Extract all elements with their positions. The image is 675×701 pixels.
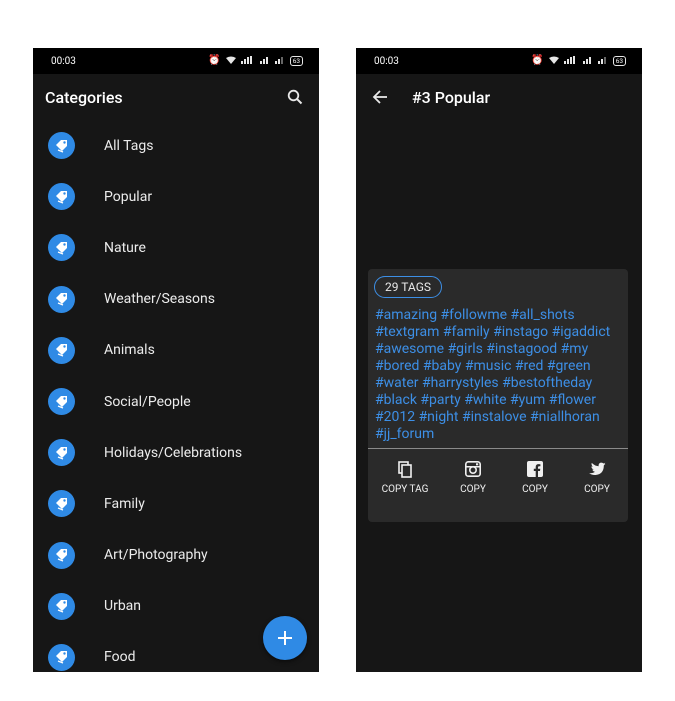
tag-icon xyxy=(48,183,75,211)
category-item-all-tags[interactable]: All Tags xyxy=(33,120,319,171)
action-bar: COPY TAG COPY COPY COPY xyxy=(368,459,628,495)
category-label: Popular xyxy=(104,188,153,205)
page-title: #3 Popular xyxy=(412,87,491,107)
copy-instagram-label: COPY xyxy=(460,484,486,495)
signal-icon-2 xyxy=(597,56,608,67)
divider xyxy=(368,448,628,449)
tag-icon xyxy=(48,132,75,160)
copy-tag-button[interactable]: COPY TAG xyxy=(368,459,442,495)
hd-signal-icon xyxy=(240,55,255,67)
category-label: Family xyxy=(104,495,145,512)
tag-icon xyxy=(48,541,75,569)
app-bar: Categories xyxy=(33,74,319,120)
copy-twitter-button[interactable]: COPY xyxy=(566,459,628,495)
hd-signal-icon xyxy=(563,55,578,67)
tag-line: #textgram #family #instago #igaddict xyxy=(375,324,611,340)
category-item-nature[interactable]: Nature xyxy=(33,222,319,273)
category-label: Weather/Seasons xyxy=(104,291,216,308)
tag-line: #jj_forum xyxy=(375,426,435,442)
tag-line: #amazing #followme #all_shots xyxy=(375,307,575,323)
twitter-icon xyxy=(588,459,606,479)
category-item-art-photography[interactable]: Art/Photography xyxy=(33,530,319,581)
page-title: Categories xyxy=(45,87,123,107)
tag-icon xyxy=(48,285,75,313)
plus-icon xyxy=(278,631,292,645)
tag-icon xyxy=(48,490,75,518)
category-label: Animals xyxy=(104,342,155,359)
tag-icon xyxy=(48,336,75,364)
category-label: Holidays/Celebrations xyxy=(104,444,243,461)
popular-tags-screen: 00:03 ⏰ 63 #3 Popular 29 TAGS #amazing #… xyxy=(356,48,642,672)
tag-icon xyxy=(48,592,75,620)
wifi-icon xyxy=(548,56,559,67)
category-label: Food xyxy=(104,649,136,666)
signal-icon-2 xyxy=(274,56,285,67)
status-bar: 00:03 ⏰ 63 xyxy=(33,48,319,74)
tag-line: #water #harrystyles #bestoftheday xyxy=(375,375,593,391)
categories-screen: 00:03 ⏰ 63 Categories All Tags Popular N… xyxy=(33,48,319,672)
app-bar: #3 Popular xyxy=(356,74,642,120)
tag-icon xyxy=(48,439,75,467)
category-label: All Tags xyxy=(104,137,154,154)
tag-card: 29 TAGS #amazing #followme #all_shots #t… xyxy=(368,269,628,522)
copy-icon xyxy=(398,459,412,479)
tag-icon xyxy=(48,388,75,416)
battery-icon: 63 xyxy=(289,56,303,66)
category-item-social-people[interactable]: Social/People xyxy=(33,376,319,427)
category-item-family[interactable]: Family xyxy=(33,478,319,529)
back-arrow-icon[interactable] xyxy=(368,85,392,109)
alarm-icon: ⏰ xyxy=(531,55,544,66)
category-label: Nature xyxy=(104,239,146,256)
copy-twitter-label: COPY xyxy=(584,484,610,495)
status-bar: 00:03 ⏰ 63 xyxy=(356,48,642,74)
tag-line: #awesome #girls #instagood #my xyxy=(375,341,589,357)
tag-icon xyxy=(48,643,75,671)
tag-line: #black #party #white #yum #flower xyxy=(375,392,596,408)
add-button[interactable] xyxy=(263,616,307,660)
facebook-icon xyxy=(527,459,543,479)
category-item-holidays-celebrations[interactable]: Holidays/Celebrations xyxy=(33,427,319,478)
tag-icon xyxy=(48,234,75,262)
category-item-weather-seasons[interactable]: Weather/Seasons xyxy=(33,274,319,325)
status-time: 00:03 xyxy=(51,55,76,67)
search-icon[interactable] xyxy=(283,85,307,109)
signal-icon xyxy=(582,56,593,67)
instagram-icon xyxy=(465,459,481,479)
copy-instagram-button[interactable]: COPY xyxy=(442,459,504,495)
tag-line: #bored #baby #music #red #green xyxy=(375,358,591,374)
copy-facebook-button[interactable]: COPY xyxy=(504,459,566,495)
category-list: All Tags Popular Nature Weather/Seasons … xyxy=(33,120,319,672)
signal-icon xyxy=(259,56,270,67)
tag-text[interactable]: #amazing #followme #all_shots #textgram … xyxy=(375,307,625,443)
alarm-icon: ⏰ xyxy=(208,55,221,66)
category-label: Urban xyxy=(104,598,142,615)
category-label: Art/Photography xyxy=(104,547,208,564)
tag-count-badge: 29 TAGS xyxy=(374,276,442,298)
status-time: 00:03 xyxy=(374,55,399,67)
copy-tag-label: COPY TAG xyxy=(381,484,429,495)
tag-line: #2012 #night #instalove #niallhoran xyxy=(375,409,600,425)
category-item-animals[interactable]: Animals xyxy=(33,325,319,376)
category-item-popular[interactable]: Popular xyxy=(33,171,319,222)
battery-icon: 63 xyxy=(612,56,626,66)
copy-facebook-label: COPY xyxy=(522,484,548,495)
wifi-icon xyxy=(225,56,236,67)
category-label: Social/People xyxy=(104,393,191,410)
